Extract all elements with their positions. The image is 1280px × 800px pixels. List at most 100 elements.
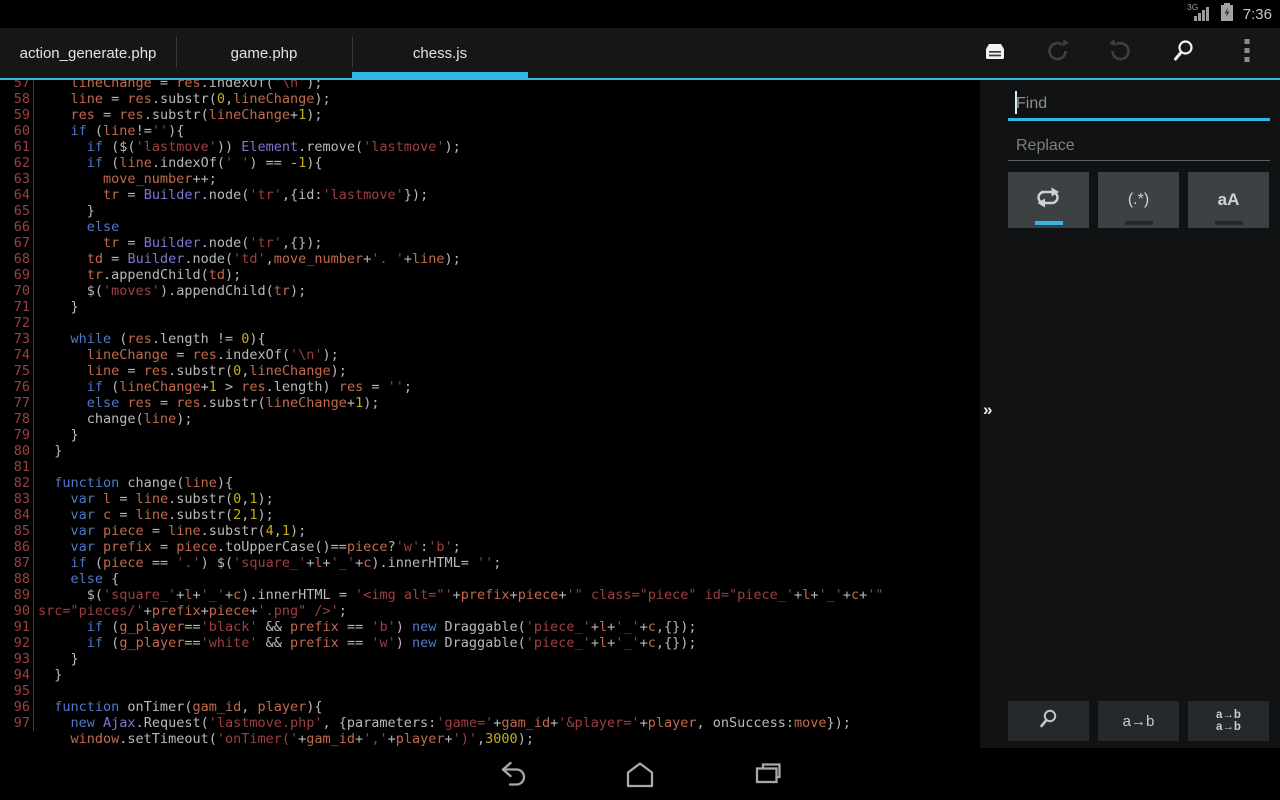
line-number: 93 (0, 651, 34, 667)
code-line[interactable]: 93 } (0, 651, 884, 667)
code-line[interactable]: 85 var piece = line.substr(4,1); (0, 523, 884, 539)
line-number: 70 (0, 283, 34, 299)
replace-button[interactable]: a→b (1098, 701, 1179, 741)
code-text: function change(line){ (38, 475, 233, 491)
code-text: lineChange = res.indexOf('\n'); (38, 347, 339, 363)
code-line[interactable]: 60 if (line!=''){ (0, 123, 884, 139)
code-line[interactable]: 63 move_number++; (0, 171, 884, 187)
code-line[interactable]: 84 var c = line.substr(2,1); (0, 507, 884, 523)
code-line[interactable]: 91 if (g_player=='black' && prefix == 'b… (0, 619, 884, 635)
regex-label: (.*) (1128, 191, 1149, 209)
navigation-bar (0, 752, 1280, 800)
recents-button[interactable] (752, 760, 784, 792)
code-text: if (lineChange+1 > res.length) res = ''; (38, 379, 412, 395)
code-line[interactable]: 62 if (line.indexOf(' ') == -1){ (0, 155, 884, 171)
code-text: } (38, 443, 62, 459)
line-number: 67 (0, 235, 34, 251)
back-button[interactable] (496, 760, 528, 792)
code-line[interactable]: window.setTimeout('onTimer('+gam_id+','+… (0, 731, 884, 747)
code-text: var prefix = piece.toUpperCase()==piece?… (38, 539, 461, 555)
code-text: else res = res.substr(lineChange+1); (38, 395, 379, 411)
code-line[interactable]: 64 tr = Builder.node('tr',{id:'lastmove'… (0, 187, 884, 203)
home-button[interactable] (624, 760, 656, 792)
save-button[interactable] (963, 28, 1026, 78)
code-line[interactable]: 59 res = res.substr(lineChange+1); (0, 107, 884, 123)
code-line[interactable]: 76 if (lineChange+1 > res.length) res = … (0, 379, 884, 395)
find-action-buttons: a→b a→b a→b (1008, 701, 1269, 741)
code-line[interactable]: 66 else (0, 219, 884, 235)
line-number: 86 (0, 539, 34, 555)
code-line[interactable]: 90src="pieces/'+prefix+piece+'.png" />'; (0, 603, 884, 619)
regex-toggle[interactable]: (.*) (1098, 172, 1179, 228)
code-line[interactable]: 67 tr = Builder.node('tr',{}); (0, 235, 884, 251)
match-case-label: aA (1218, 190, 1240, 210)
code-line[interactable]: 78 change(line); (0, 411, 884, 427)
tab-game-php[interactable]: game.php (176, 28, 352, 78)
match-case-toggle[interactable]: aA (1188, 172, 1269, 228)
overflow-menu-button[interactable] (1215, 28, 1278, 78)
code-line[interactable]: 89 $('square_'+l+'_'+c).innerHTML = '<im… (0, 587, 884, 603)
code-line[interactable]: 71 } (0, 299, 884, 315)
replace-input[interactable] (1008, 130, 1270, 160)
code-line[interactable]: 88 else { (0, 571, 884, 587)
code-line[interactable]: 92 if (g_player=='white' && prefix == 'w… (0, 635, 884, 651)
line-number: 72 (0, 315, 34, 331)
line-number: 76 (0, 379, 34, 395)
code-editor[interactable]: 57 lineChange = res.indexOf('\n');58 lin… (0, 80, 980, 752)
code-text: $('moves').appendChild(tr); (38, 283, 306, 299)
code-line[interactable]: 72 (0, 315, 884, 331)
code-line[interactable]: 79 } (0, 427, 884, 443)
code-line[interactable]: 97 new Ajax.Request('lastmove.php', {par… (0, 715, 884, 731)
code-line[interactable]: 86 var prefix = piece.toUpperCase()==pie… (0, 539, 884, 555)
tab-label: chess.js (413, 45, 467, 62)
code-line[interactable]: 87 if (piece == '.') $('square_'+l+'_'+c… (0, 555, 884, 571)
code-text: tr = Builder.node('tr',{}); (38, 235, 323, 251)
code-text: } (38, 651, 79, 667)
tab-action-generate-php[interactable]: action_generate.php (0, 28, 176, 78)
code-line[interactable]: 69 tr.appendChild(td); (0, 267, 884, 283)
code-text: } (38, 203, 95, 219)
code-line[interactable]: 57 lineChange = res.indexOf('\n'); (0, 80, 884, 91)
line-number: 91 (0, 619, 34, 635)
code-line[interactable]: 77 else res = res.substr(lineChange+1); (0, 395, 884, 411)
line-number: 66 (0, 219, 34, 235)
find-next-button[interactable] (1008, 701, 1089, 741)
find-field (1008, 88, 1270, 121)
code-line[interactable]: 95 (0, 683, 884, 699)
wrap-around-toggle[interactable] (1008, 172, 1089, 228)
code-line[interactable]: 65 } (0, 203, 884, 219)
code-line[interactable]: 70 $('moves').appendChild(tr); (0, 283, 884, 299)
line-number: 90 (0, 603, 34, 619)
code-text: if ($('lastmove')) Element.remove('lastm… (38, 139, 461, 155)
code-line[interactable]: 94 } (0, 667, 884, 683)
code-line[interactable]: 82 function change(line){ (0, 475, 884, 491)
tab-chess-js[interactable]: chess.js (352, 28, 528, 78)
loop-repeat-icon (1032, 186, 1065, 214)
undo-button[interactable] (1026, 28, 1089, 78)
search-button[interactable] (1152, 28, 1215, 78)
code-line[interactable]: 81 (0, 459, 884, 475)
code-line[interactable]: 83 var l = line.substr(0,1); (0, 491, 884, 507)
code-text: td = Builder.node('td',move_number+'. '+… (38, 251, 461, 267)
code-line[interactable]: 73 while (res.length != 0){ (0, 331, 884, 347)
line-number: 75 (0, 363, 34, 379)
replace-all-button[interactable]: a→b a→b (1188, 701, 1269, 741)
undo-circular-arrow-icon (1044, 37, 1071, 69)
code-line[interactable]: 75 line = res.substr(0,lineChange); (0, 363, 884, 379)
code-line[interactable]: 61 if ($('lastmove')) Element.remove('la… (0, 139, 884, 155)
panel-collapse-chevron-icon[interactable]: » (983, 400, 992, 420)
redo-button[interactable] (1089, 28, 1152, 78)
code-line[interactable]: 68 td = Builder.node('td',move_number+'.… (0, 251, 884, 267)
code-line[interactable]: 96 function onTimer(gam_id, player){ (0, 699, 884, 715)
find-panel-content: (.*) aA (980, 80, 1280, 228)
code-line[interactable]: 80 } (0, 443, 884, 459)
line-number: 60 (0, 123, 34, 139)
code-line[interactable]: 74 lineChange = res.indexOf('\n'); (0, 347, 884, 363)
code-text: res = res.substr(lineChange+1); (38, 107, 323, 123)
tab-label: action_generate.php (20, 45, 157, 62)
line-number: 79 (0, 427, 34, 443)
line-number: 62 (0, 155, 34, 171)
code-line[interactable]: 58 line = res.substr(0,lineChange); (0, 91, 884, 107)
status-bar: 3G 7:36 (0, 0, 1280, 28)
find-input[interactable] (1008, 88, 1270, 118)
